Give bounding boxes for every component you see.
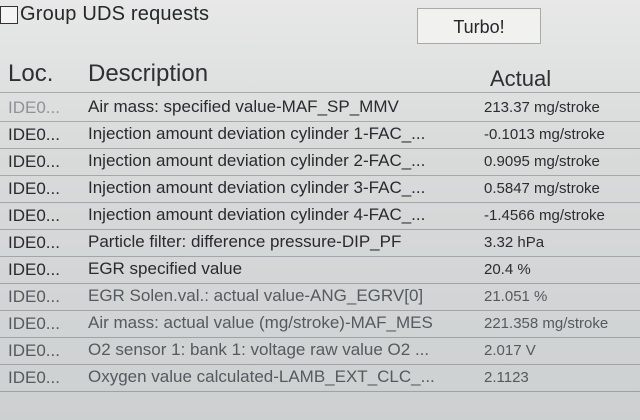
- group-uds-label: Group UDS requests: [20, 3, 210, 25]
- table-row[interactable]: IDE0... Air mass: specified value-MAF_SP…: [0, 95, 640, 122]
- actual-value-cell: 2.017 V: [484, 342, 536, 359]
- loc-cell: IDE0...: [8, 233, 60, 252]
- actual-value-cell: 0.9095 mg/stroke: [484, 153, 600, 170]
- table-body: IDE0... Air mass: specified value-MAF_SP…: [0, 95, 640, 420]
- actual-value-cell: 221.358 mg/stroke: [484, 315, 609, 332]
- loc-cell: IDE0...: [8, 368, 60, 387]
- description-cell: Injection amount deviation cylinder 4-FA…: [88, 205, 426, 224]
- actual-value-cell: 213.37 mg/stroke: [484, 99, 600, 116]
- loc-cell: IDE0...: [8, 125, 60, 144]
- description-cell: EGR Solen.val.: actual value-ANG_EGRV[0]: [88, 286, 424, 305]
- description-cell: O2 sensor 1: bank 1: voltage raw value O…: [88, 340, 430, 359]
- loc-cell: IDE0...: [8, 206, 60, 225]
- table-row[interactable]: IDE0... EGR specified value 20.4 %: [0, 257, 640, 284]
- description-cell: Air mass: actual value (mg/stroke)-MAF_M…: [88, 313, 433, 332]
- description-column-header[interactable]: Description: [88, 60, 208, 88]
- actual-column-header[interactable]: Actual: [490, 66, 551, 92]
- toolbar: Group UDS requests Turbo!: [0, 0, 640, 48]
- actual-value-cell: 21.051 %: [484, 288, 548, 305]
- description-cell: Injection amount deviation cylinder 3-FA…: [88, 178, 426, 197]
- actual-value-cell: -1.4566 mg/stroke: [484, 207, 605, 224]
- table-row[interactable]: IDE0... O2 sensor 1: bank 1: voltage raw…: [0, 338, 640, 365]
- loc-cell: IDE0...: [8, 314, 60, 333]
- table-row[interactable]: IDE0... Air mass: actual value (mg/strok…: [0, 311, 640, 338]
- group-uds-checkbox[interactable]: [0, 6, 18, 24]
- description-cell: Air mass: specified value-MAF_SP_MMV: [88, 97, 399, 116]
- table-row[interactable]: IDE0... Injection amount deviation cylin…: [0, 176, 640, 203]
- table-row[interactable]: IDE0... Oxygen value calculated-LAMB_EXT…: [0, 365, 640, 392]
- loc-cell: IDE0...: [8, 287, 60, 306]
- description-cell: Oxygen value calculated-LAMB_EXT_CLC_...: [88, 367, 435, 386]
- description-cell: Injection amount deviation cylinder 1-FA…: [88, 124, 426, 143]
- table-row[interactable]: IDE0... Injection amount deviation cylin…: [0, 122, 640, 149]
- actual-value-cell: 2.1123: [484, 369, 529, 386]
- table-row[interactable]: IDE0... EGR Solen.val.: actual value-ANG…: [0, 284, 640, 311]
- actual-value-cell: 0.5847 mg/stroke: [484, 180, 600, 197]
- loc-cell: IDE0...: [8, 341, 60, 360]
- table-row[interactable]: IDE0... Injection amount deviation cylin…: [0, 203, 640, 230]
- loc-cell: IDE0...: [8, 260, 60, 279]
- table-row[interactable]: IDE0... Particle filter: difference pres…: [0, 230, 640, 257]
- actual-value-cell: 3.32 hPa: [484, 234, 545, 251]
- description-cell: Injection amount deviation cylinder 2-FA…: [88, 151, 426, 170]
- loc-cell: IDE0...: [8, 179, 60, 198]
- description-cell: EGR specified value: [88, 259, 243, 278]
- actual-value-cell: -0.1013 mg/stroke: [484, 126, 605, 143]
- turbo-button[interactable]: Turbo!: [417, 8, 541, 44]
- loc-cell: IDE0...: [8, 98, 60, 117]
- measurement-screen: Group UDS requests Turbo! Loc. Descripti…: [0, 0, 640, 420]
- table-row[interactable]: IDE0... Injection amount deviation cylin…: [0, 149, 640, 176]
- loc-cell: IDE0...: [8, 152, 60, 171]
- header-divider: [0, 92, 640, 93]
- description-cell: Particle filter: difference pressure-DIP…: [88, 232, 402, 251]
- loc-column-header[interactable]: Loc.: [8, 60, 53, 88]
- actual-value-cell: 20.4 %: [484, 261, 531, 278]
- table-header: Loc. Description Actual: [0, 54, 640, 94]
